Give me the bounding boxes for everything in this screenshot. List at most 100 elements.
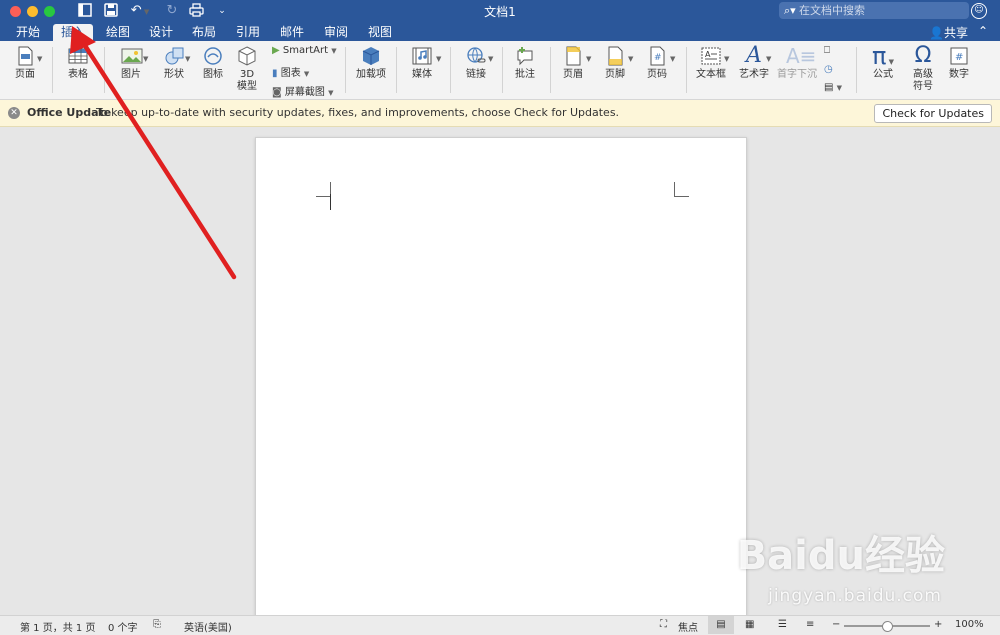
header-button[interactable]: 页眉: [558, 45, 588, 81]
wordart-icon: A: [746, 43, 762, 68]
tab-mailings[interactable]: 邮件: [272, 24, 312, 41]
table-button[interactable]: 表格: [60, 45, 96, 81]
chevron-down-icon[interactable]: ▼: [586, 55, 591, 63]
omega-icon: Ω: [914, 43, 932, 68]
smartart-icon: ▶: [272, 45, 280, 56]
footer-label: 页脚: [605, 69, 625, 80]
ribbon-divider: [686, 47, 687, 93]
smartart-button[interactable]: ▶ SmartArt ▼: [272, 45, 337, 56]
tab-draw[interactable]: 绘图: [98, 24, 138, 41]
ribbon-divider: [52, 47, 53, 93]
web-layout-view-icon[interactable]: ▦: [745, 619, 754, 630]
check-for-updates-button[interactable]: Check for Updates: [874, 104, 992, 123]
3d-model-label: 3D 模型: [237, 69, 257, 92]
proofing-icon[interactable]: ⎘: [153, 619, 161, 630]
feedback-smiley-icon[interactable]: ☺: [971, 3, 987, 19]
wordart-label: 艺术字: [739, 69, 769, 80]
ribbon-divider: [104, 47, 105, 93]
page-button[interactable]: 页面: [10, 45, 40, 81]
shape-button[interactable]: 形状: [158, 45, 190, 81]
chevron-down-icon[interactable]: ▼: [628, 55, 633, 63]
media-label: 媒体: [412, 69, 432, 80]
chevron-down-icon[interactable]: ▼: [143, 55, 148, 63]
ribbon-tab-bar: 开始 插入 绘图 设计 布局 引用 邮件 审阅 视图 👤共享 ⌃: [0, 22, 1000, 41]
media-icon: [411, 45, 433, 67]
number-label: 数字: [949, 69, 969, 80]
chevron-down-icon[interactable]: ▼: [488, 55, 493, 63]
document-page[interactable]: [255, 137, 747, 615]
comment-label: 批注: [515, 69, 535, 80]
number-button[interactable]: # 数字: [944, 45, 974, 81]
zoom-in-button[interactable]: +: [934, 619, 942, 630]
header-label: 页眉: [563, 69, 583, 80]
media-button[interactable]: 媒体: [406, 45, 438, 81]
icons-icon: [202, 45, 224, 67]
zoom-slider-thumb[interactable]: [882, 621, 893, 632]
link-button[interactable]: 链接: [460, 45, 492, 81]
equation-button[interactable]: π ▼ 公式: [864, 44, 902, 81]
footer-button[interactable]: 页脚: [600, 45, 630, 81]
tab-review[interactable]: 审阅: [316, 24, 356, 41]
comment-icon: [514, 45, 536, 67]
advanced-symbol-button[interactable]: Ω 高级 符号: [908, 45, 938, 93]
search-icon: ⌕▾: [784, 4, 796, 17]
number-icon: #: [948, 45, 970, 67]
camera-icon: ◙: [272, 87, 282, 98]
zoom-out-button[interactable]: −: [832, 619, 840, 630]
date-time-icon[interactable]: ◷: [824, 64, 833, 75]
tab-design[interactable]: 设计: [141, 24, 181, 41]
chevron-down-icon[interactable]: ▼: [670, 55, 675, 63]
object-icon[interactable]: ▤ ▼: [824, 82, 842, 93]
wordart-button[interactable]: A 艺术字: [738, 45, 770, 81]
screenshot-button[interactable]: ◙ 屏幕截图 ▼: [272, 83, 333, 98]
title-bar: ↶ ▼ ↻ ⌄ 文档1 ⌕▾ 在文档中搜索 ☺: [0, 0, 1000, 22]
tab-insert[interactable]: 插入: [53, 24, 93, 41]
collapse-ribbon-icon[interactable]: ⌃: [978, 24, 988, 38]
icon-button[interactable]: 图标: [198, 45, 228, 81]
tab-view[interactable]: 视图: [360, 24, 400, 41]
print-layout-view-icon[interactable]: ▤: [708, 616, 734, 634]
word-count[interactable]: 0 个字: [108, 619, 138, 634]
page-count[interactable]: 第 1 页，共 1 页: [20, 619, 95, 634]
textbox-button[interactable]: A 文本框: [694, 45, 728, 81]
3d-model-button[interactable]: 3D 模型: [233, 45, 261, 93]
chart-button[interactable]: ▮ 图表 ▼: [272, 64, 309, 79]
comment-button[interactable]: 批注: [510, 45, 540, 81]
tab-layout[interactable]: 布局: [184, 24, 224, 41]
chevron-down-icon[interactable]: ▼: [766, 55, 771, 63]
advanced-symbol-label: 高级 符号: [913, 69, 933, 92]
language-indicator[interactable]: 英语(美国): [184, 619, 232, 634]
ribbon-divider: [345, 47, 346, 93]
link-icon: [465, 45, 487, 67]
outline-view-icon[interactable]: ☰: [778, 619, 787, 630]
zoom-level[interactable]: 100%: [955, 619, 984, 630]
search-placeholder: 在文档中搜索: [799, 4, 865, 17]
picture-button[interactable]: 图片: [114, 45, 148, 81]
page-label: 页面: [15, 69, 35, 80]
chevron-down-icon[interactable]: ▼: [37, 55, 42, 63]
page-number-button[interactable]: # 页码: [642, 45, 672, 81]
focus-mode-label[interactable]: 焦点: [678, 619, 698, 634]
search-input[interactable]: ⌕▾ 在文档中搜索: [779, 2, 969, 19]
share-button[interactable]: 👤共享: [929, 24, 968, 41]
tab-references[interactable]: 引用: [228, 24, 268, 41]
textbox-icon: A: [700, 45, 722, 67]
tab-home[interactable]: 开始: [8, 24, 48, 41]
dropcap-button[interactable]: A≡ 首字下沉: [777, 45, 817, 81]
page-number-label: 页码: [647, 69, 667, 80]
zoom-slider[interactable]: [844, 621, 930, 632]
draft-view-icon[interactable]: ≡: [806, 619, 814, 630]
ribbon-divider: [502, 47, 503, 93]
textbox-label: 文本框: [696, 69, 726, 80]
margin-corner-top-left: [316, 182, 331, 197]
chevron-down-icon[interactable]: ▼: [185, 55, 190, 63]
addins-button[interactable]: 加载项: [354, 45, 388, 81]
footer-icon: [604, 45, 626, 67]
addins-label: 加载项: [356, 69, 386, 80]
close-notice-icon[interactable]: ✕: [8, 107, 20, 119]
focus-mode-icon[interactable]: ⛶: [660, 619, 667, 630]
chevron-down-icon[interactable]: ▼: [436, 55, 441, 63]
svg-text:#: #: [654, 53, 662, 63]
signature-line-icon[interactable]: ⎕: [824, 45, 830, 56]
chevron-down-icon[interactable]: ▼: [724, 55, 729, 63]
